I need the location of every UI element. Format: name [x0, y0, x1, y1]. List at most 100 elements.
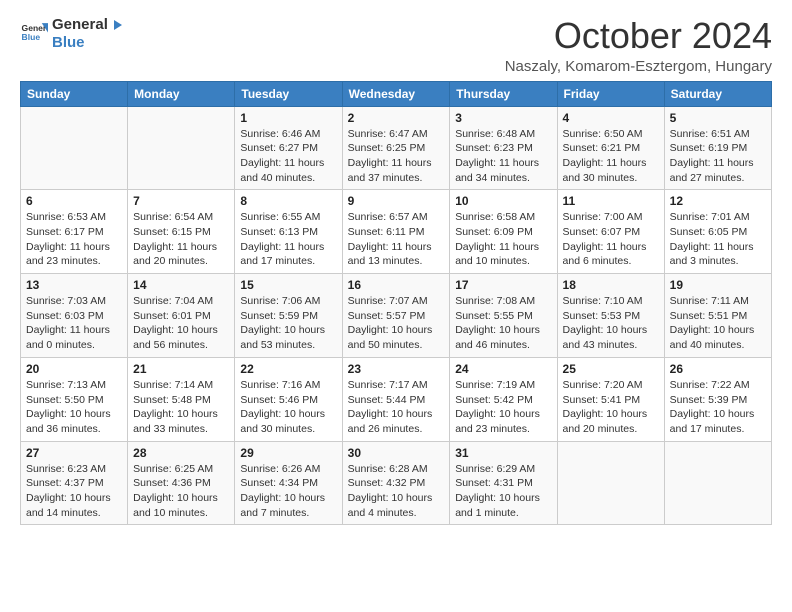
calendar-cell: 24 Sunrise: 7:19 AMSunset: 5:42 PMDayligh… — [450, 357, 557, 441]
day-detail: Sunrise: 6:47 AMSunset: 6:25 PMDaylight:… — [348, 127, 445, 186]
day-detail: Sunrise: 7:22 AMSunset: 5:39 PMDaylight:… — [670, 378, 766, 437]
day-number: 20 — [26, 362, 122, 376]
day-number: 1 — [240, 111, 336, 125]
day-detail: Sunrise: 6:57 AMSunset: 6:11 PMDaylight:… — [348, 210, 445, 269]
week-row-2: 6Sunrise: 6:53 AMSunset: 6:17 PMDaylight… — [21, 190, 772, 274]
calendar-cell: 8 Sunrise: 6:55 AMSunset: 6:13 PMDaylight… — [235, 190, 342, 274]
day-number: 18 — [563, 278, 659, 292]
day-number: 11 — [563, 194, 659, 208]
day-detail: Sunrise: 7:20 AMSunset: 5:41 PMDaylight:… — [563, 378, 659, 437]
calendar-cell: 28 Sunrise: 6:25 AMSunset: 4:36 PMDayligh… — [128, 441, 235, 525]
day-detail: Sunrise: 6:55 AMSunset: 6:13 PMDaylight:… — [240, 210, 336, 269]
header-saturday: Saturday — [664, 81, 771, 106]
title-block: October 2024 Naszaly, Komarom-Esztergom,… — [505, 16, 772, 75]
week-row-3: 13 Sunrise: 7:03 AMSunset: 6:03 PMDayligh… — [21, 274, 772, 358]
header-tuesday: Tuesday — [235, 81, 342, 106]
header-friday: Friday — [557, 81, 664, 106]
day-detail: Sunrise: 7:04 AMSunset: 6:01 PMDaylight:… — [133, 294, 229, 353]
day-detail: Sunrise: 7:17 AMSunset: 5:44 PMDaylight:… — [348, 378, 445, 437]
week-row-1: 1 Sunrise: 6:46 AMSunset: 6:27 PMDaylight… — [21, 106, 772, 190]
logo: General Blue General Blue — [20, 16, 124, 52]
calendar-cell: 9Sunrise: 6:57 AMSunset: 6:11 PMDaylight… — [342, 190, 450, 274]
day-number: 12 — [670, 194, 766, 208]
header-sunday: Sunday — [21, 81, 128, 106]
day-detail: Sunrise: 6:54 AMSunset: 6:15 PMDaylight:… — [133, 210, 229, 269]
calendar-cell: 26 Sunrise: 7:22 AMSunset: 5:39 PMDayligh… — [664, 357, 771, 441]
day-number: 26 — [670, 362, 766, 376]
logo-chevron-icon — [110, 18, 124, 32]
calendar-cell: 6Sunrise: 6:53 AMSunset: 6:17 PMDaylight… — [21, 190, 128, 274]
day-number: 30 — [348, 446, 445, 460]
day-number: 4 — [563, 111, 659, 125]
day-detail: Sunrise: 6:50 AMSunset: 6:21 PMDaylight:… — [563, 127, 659, 186]
logo-general: General — [52, 16, 108, 34]
day-detail: Sunrise: 7:16 AMSunset: 5:46 PMDaylight:… — [240, 378, 336, 437]
day-number: 3 — [455, 111, 551, 125]
day-number: 2 — [348, 111, 445, 125]
day-number: 19 — [670, 278, 766, 292]
day-detail: Sunrise: 6:26 AMSunset: 4:34 PMDaylight:… — [240, 462, 336, 521]
calendar-cell: 7 Sunrise: 6:54 AMSunset: 6:15 PMDaylight… — [128, 190, 235, 274]
header-thursday: Thursday — [450, 81, 557, 106]
day-detail: Sunrise: 6:28 AMSunset: 4:32 PMDaylight:… — [348, 462, 445, 521]
day-number: 31 — [455, 446, 551, 460]
day-number: 25 — [563, 362, 659, 376]
day-detail: Sunrise: 6:58 AMSunset: 6:09 PMDaylight:… — [455, 210, 551, 269]
day-detail: Sunrise: 7:08 AMSunset: 5:55 PMDaylight:… — [455, 294, 551, 353]
day-detail: Sunrise: 6:29 AMSunset: 4:31 PMDaylight:… — [455, 462, 551, 521]
day-number: 24 — [455, 362, 551, 376]
day-detail: Sunrise: 6:51 AMSunset: 6:19 PMDaylight:… — [670, 127, 766, 186]
calendar-cell: 27 Sunrise: 6:23 AMSunset: 4:37 PMDayligh… — [21, 441, 128, 525]
calendar-cell: 2 Sunrise: 6:47 AMSunset: 6:25 PMDaylight… — [342, 106, 450, 190]
day-number: 7 — [133, 194, 229, 208]
day-detail: Sunrise: 7:10 AMSunset: 5:53 PMDaylight:… — [563, 294, 659, 353]
calendar-cell — [664, 441, 771, 525]
day-detail: Sunrise: 7:03 AMSunset: 6:03 PMDaylight:… — [26, 294, 122, 353]
day-detail: Sunrise: 6:46 AMSunset: 6:27 PMDaylight:… — [240, 127, 336, 186]
day-detail: Sunrise: 6:25 AMSunset: 4:36 PMDaylight:… — [133, 462, 229, 521]
calendar-cell: 19Sunrise: 7:11 AMSunset: 5:51 PMDayligh… — [664, 274, 771, 358]
day-detail: Sunrise: 7:19 AMSunset: 5:42 PMDaylight:… — [455, 378, 551, 437]
day-detail: Sunrise: 7:14 AMSunset: 5:48 PMDaylight:… — [133, 378, 229, 437]
calendar-cell — [557, 441, 664, 525]
day-detail: Sunrise: 6:48 AMSunset: 6:23 PMDaylight:… — [455, 127, 551, 186]
calendar-cell: 16Sunrise: 7:07 AMSunset: 5:57 PMDayligh… — [342, 274, 450, 358]
day-number: 5 — [670, 111, 766, 125]
week-row-5: 27 Sunrise: 6:23 AMSunset: 4:37 PMDayligh… — [21, 441, 772, 525]
calendar-cell: 11 Sunrise: 7:00 AMSunset: 6:07 PMDayligh… — [557, 190, 664, 274]
calendar-cell: 5 Sunrise: 6:51 AMSunset: 6:19 PMDaylight… — [664, 106, 771, 190]
calendar-cell: 17 Sunrise: 7:08 AMSunset: 5:55 PMDayligh… — [450, 274, 557, 358]
day-detail: Sunrise: 7:06 AMSunset: 5:59 PMDaylight:… — [240, 294, 336, 353]
day-number: 15 — [240, 278, 336, 292]
day-number: 13 — [26, 278, 122, 292]
day-number: 17 — [455, 278, 551, 292]
calendar-cell: 12Sunrise: 7:01 AMSunset: 6:05 PMDayligh… — [664, 190, 771, 274]
day-number: 23 — [348, 362, 445, 376]
calendar-cell: 25 Sunrise: 7:20 AMSunset: 5:41 PMDayligh… — [557, 357, 664, 441]
header-wednesday: Wednesday — [342, 81, 450, 106]
logo-blue: Blue — [52, 34, 124, 52]
calendar-cell: 20 Sunrise: 7:13 AMSunset: 5:50 PMDayligh… — [21, 357, 128, 441]
day-number: 8 — [240, 194, 336, 208]
calendar-cell: 29Sunrise: 6:26 AMSunset: 4:34 PMDayligh… — [235, 441, 342, 525]
calendar-cell: 18 Sunrise: 7:10 AMSunset: 5:53 PMDayligh… — [557, 274, 664, 358]
day-detail: Sunrise: 6:23 AMSunset: 4:37 PMDaylight:… — [26, 462, 122, 521]
calendar-cell: 30 Sunrise: 6:28 AMSunset: 4:32 PMDayligh… — [342, 441, 450, 525]
day-detail: Sunrise: 7:00 AMSunset: 6:07 PMDaylight:… — [563, 210, 659, 269]
calendar-cell: 15 Sunrise: 7:06 AMSunset: 5:59 PMDayligh… — [235, 274, 342, 358]
location: Naszaly, Komarom-Esztergom, Hungary — [505, 58, 772, 75]
day-detail: Sunrise: 7:13 AMSunset: 5:50 PMDaylight:… — [26, 378, 122, 437]
calendar-cell: 14 Sunrise: 7:04 AMSunset: 6:01 PMDayligh… — [128, 274, 235, 358]
day-number: 28 — [133, 446, 229, 460]
svg-text:Blue: Blue — [22, 32, 41, 42]
day-detail: Sunrise: 7:07 AMSunset: 5:57 PMDaylight:… — [348, 294, 445, 353]
day-number: 27 — [26, 446, 122, 460]
calendar-table: SundayMondayTuesdayWednesdayThursdayFrid… — [20, 81, 772, 526]
calendar-cell: 1 Sunrise: 6:46 AMSunset: 6:27 PMDaylight… — [235, 106, 342, 190]
calendar-cell: 10Sunrise: 6:58 AMSunset: 6:09 PMDayligh… — [450, 190, 557, 274]
logo-icon: General Blue — [20, 20, 48, 48]
day-number: 14 — [133, 278, 229, 292]
calendar-cell: 31 Sunrise: 6:29 AMSunset: 4:31 PMDayligh… — [450, 441, 557, 525]
week-row-4: 20 Sunrise: 7:13 AMSunset: 5:50 PMDayligh… — [21, 357, 772, 441]
day-number: 6 — [26, 194, 122, 208]
